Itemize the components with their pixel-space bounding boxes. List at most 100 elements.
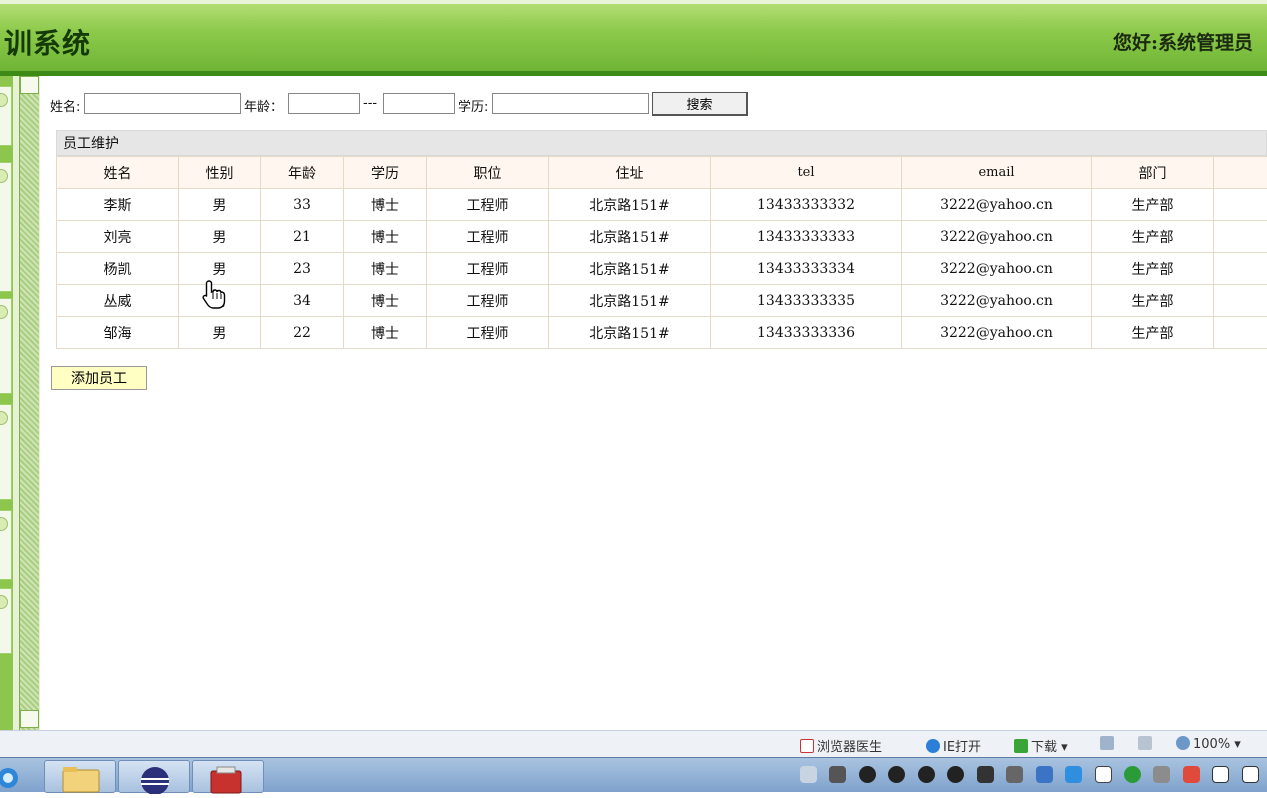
sidebar-toggle-icon[interactable] bbox=[0, 305, 8, 319]
window-button[interactable] bbox=[1100, 736, 1117, 752]
sidebar-panel[interactable] bbox=[0, 162, 12, 292]
name-label: 姓名: bbox=[50, 96, 80, 115]
cell-department: 生产部 bbox=[1092, 189, 1214, 221]
tray-app-icon[interactable] bbox=[977, 766, 994, 783]
cell-email: 3222@yahoo.cn bbox=[902, 285, 1092, 317]
qq-icon[interactable] bbox=[918, 766, 935, 783]
system-tray bbox=[800, 766, 1267, 788]
folder-icon bbox=[45, 761, 117, 794]
scroll-down-button[interactable] bbox=[20, 710, 39, 728]
add-employee-button[interactable]: 添加员工 bbox=[51, 366, 147, 390]
ie-icon bbox=[926, 739, 940, 753]
zoom-level: 100% bbox=[1193, 737, 1230, 752]
sidebar-toggle-icon[interactable] bbox=[0, 169, 8, 183]
cell-gender: 男 bbox=[179, 221, 261, 253]
cell-address: 北京路151# bbox=[549, 253, 711, 285]
column-header: 职位 bbox=[427, 157, 549, 189]
cell-extra bbox=[1214, 221, 1267, 253]
download-label: 下载 bbox=[1031, 740, 1057, 755]
employee-table: 姓名 性别 年龄 学历 职位 住址 tel email 部门 李斯 男 33 博… bbox=[56, 156, 1267, 349]
tray-app-icon[interactable] bbox=[1153, 766, 1170, 783]
sidebar-toggle-icon[interactable] bbox=[0, 93, 8, 107]
cell-position: 工程师 bbox=[427, 285, 549, 317]
cell-address: 北京路151# bbox=[549, 317, 711, 349]
sidebar-toggle-icon[interactable] bbox=[0, 411, 8, 425]
cell-position: 工程师 bbox=[427, 317, 549, 349]
browser-doctor-label: 浏览器医生 bbox=[817, 740, 882, 755]
sidebar-panel[interactable] bbox=[0, 298, 12, 394]
sidebar-panel[interactable] bbox=[0, 404, 12, 500]
cell-tel: 13433333332 bbox=[711, 189, 902, 221]
hand-cursor-icon bbox=[201, 279, 227, 311]
eclipse-taskbar-button[interactable] bbox=[118, 760, 190, 793]
zoom-button[interactable]: 100% ▾ bbox=[1176, 736, 1241, 752]
power-icon[interactable] bbox=[1242, 766, 1259, 783]
medkit-icon bbox=[800, 739, 814, 753]
sidebar-toggle-icon[interactable] bbox=[0, 517, 8, 531]
column-header: 学历 bbox=[344, 157, 427, 189]
qq-icon[interactable] bbox=[888, 766, 905, 783]
column-header: 姓名 bbox=[57, 157, 179, 189]
cell-address: 北京路151# bbox=[549, 189, 711, 221]
table-row[interactable]: 丛威 男 34 博士 工程师 北京路151# 13433333335 3222@… bbox=[57, 285, 1267, 317]
sidebar-panel[interactable] bbox=[0, 86, 12, 146]
age-to-input[interactable] bbox=[383, 93, 455, 114]
security-icon[interactable] bbox=[1065, 766, 1082, 783]
age-from-input[interactable] bbox=[288, 93, 360, 114]
cell-extra bbox=[1214, 253, 1267, 285]
refresh-icon[interactable] bbox=[1124, 766, 1141, 783]
cell-tel: 13433333336 bbox=[711, 317, 902, 349]
notepad-icon[interactable] bbox=[1095, 766, 1112, 783]
tray-app-icon[interactable] bbox=[829, 766, 846, 783]
tray-app-icon[interactable] bbox=[1006, 766, 1023, 783]
table-row[interactable]: 李斯 男 33 博士 工程师 北京路151# 13433333332 3222@… bbox=[57, 189, 1267, 221]
search-button[interactable]: 搜索 bbox=[652, 92, 748, 116]
speaker-icon bbox=[1138, 736, 1152, 750]
taskbar bbox=[0, 757, 1267, 792]
keyboard-icon[interactable] bbox=[800, 766, 817, 783]
name-search-input[interactable] bbox=[84, 93, 241, 114]
explorer-taskbar-button[interactable] bbox=[44, 760, 116, 793]
cell-education: 博士 bbox=[344, 253, 427, 285]
magnifier-icon bbox=[1176, 736, 1190, 750]
sidebar-scrollbar[interactable] bbox=[19, 76, 39, 730]
table-row[interactable]: 杨凯 男 23 博士 工程师 北京路151# 13433333334 3222@… bbox=[57, 253, 1267, 285]
toolbox-icon bbox=[193, 761, 265, 794]
shield-icon[interactable] bbox=[1036, 766, 1053, 783]
ie-open-button[interactable]: IE打开 bbox=[926, 736, 981, 755]
cell-tel: 13433333335 bbox=[711, 285, 902, 317]
education-search-input[interactable] bbox=[492, 93, 649, 114]
qq-icon[interactable] bbox=[859, 766, 876, 783]
cell-position: 工程师 bbox=[427, 189, 549, 221]
left-sidebar bbox=[0, 76, 40, 730]
cell-name: 丛威 bbox=[57, 285, 179, 317]
app-header: 训系统 您好:系统管理员 bbox=[0, 0, 1267, 76]
cell-position: 工程师 bbox=[427, 253, 549, 285]
sound-button[interactable] bbox=[1138, 736, 1155, 752]
sidebar-toggle-icon[interactable] bbox=[0, 595, 8, 609]
cell-department: 生产部 bbox=[1092, 221, 1214, 253]
table-row[interactable]: 邹海 男 22 博士 工程师 北京路151# 13433333336 3222@… bbox=[57, 317, 1267, 349]
download-arrow-icon bbox=[1014, 739, 1028, 753]
browser-doctor-button[interactable]: 浏览器医生 bbox=[800, 736, 882, 755]
window-icon bbox=[1100, 736, 1114, 750]
header-top-line bbox=[0, 0, 1267, 4]
cell-email: 3222@yahoo.cn bbox=[902, 317, 1092, 349]
scroll-up-button[interactable] bbox=[20, 76, 39, 94]
cell-extra bbox=[1214, 285, 1267, 317]
cell-extra bbox=[1214, 317, 1267, 349]
cell-position: 工程师 bbox=[427, 221, 549, 253]
cell-name: 邹海 bbox=[57, 317, 179, 349]
sidebar-panel[interactable] bbox=[0, 588, 12, 654]
download-button[interactable]: 下载 ▾ bbox=[1014, 736, 1068, 755]
cell-email: 3222@yahoo.cn bbox=[902, 253, 1092, 285]
qq-icon[interactable] bbox=[947, 766, 964, 783]
tray-app-icon[interactable] bbox=[1183, 766, 1200, 783]
table-row[interactable]: 刘亮 男 21 博士 工程师 北京路151# 13433333333 3222@… bbox=[57, 221, 1267, 253]
toolbox-taskbar-button[interactable] bbox=[192, 760, 264, 793]
cell-age: 21 bbox=[261, 221, 344, 253]
sidebar-panel[interactable] bbox=[0, 510, 12, 580]
flag-icon[interactable] bbox=[1212, 766, 1229, 783]
ie-taskbar-icon[interactable] bbox=[0, 760, 28, 793]
cell-age: 23 bbox=[261, 253, 344, 285]
